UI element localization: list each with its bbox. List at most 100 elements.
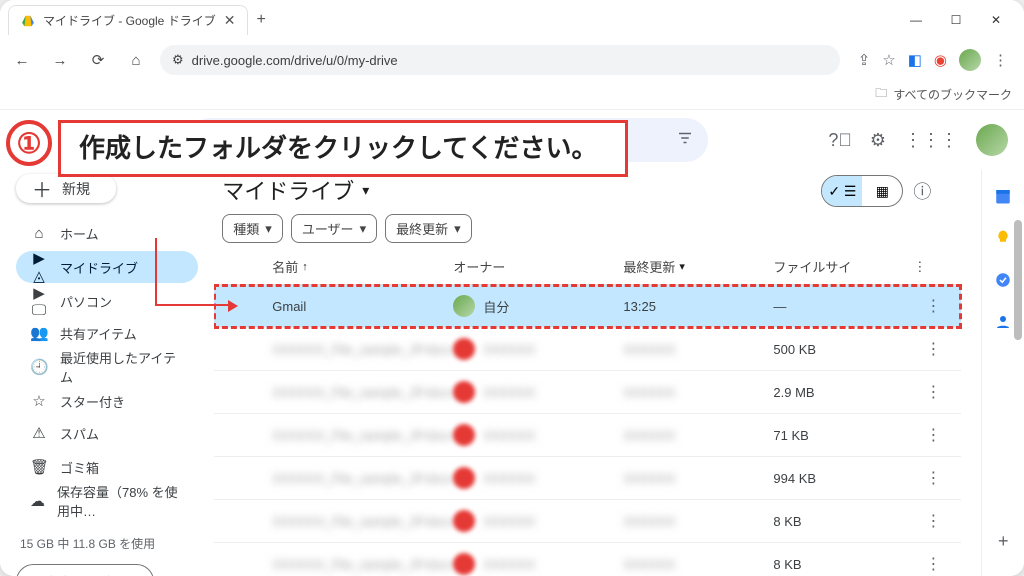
file-name: Gmail bbox=[272, 299, 453, 314]
col-menu-icon[interactable]: ⋮ bbox=[913, 259, 953, 275]
tab-title: マイドライブ - Google ドライブ bbox=[43, 12, 216, 29]
row-menu-icon[interactable]: ⋮ bbox=[913, 554, 953, 574]
size-text: 71 KB bbox=[773, 428, 913, 443]
size-text: 8 KB bbox=[773, 514, 913, 529]
row-menu-icon[interactable]: ⋮ bbox=[913, 296, 953, 316]
home-button[interactable]: ⌂ bbox=[122, 46, 150, 74]
table-row[interactable]: XXXXXX_File_sample_JP.docxXXXXXXXXXXXX71… bbox=[214, 414, 961, 457]
contacts-icon[interactable] bbox=[993, 312, 1013, 332]
owner-text: XXXXXX bbox=[483, 514, 535, 529]
info-icon[interactable]: ⓘ bbox=[913, 178, 931, 204]
reload-button[interactable]: ⟳ bbox=[84, 46, 112, 74]
owner-avatar-icon bbox=[453, 338, 475, 360]
chevron-down-icon: ▾ bbox=[360, 221, 367, 237]
maximize-button[interactable]: ☐ bbox=[936, 5, 976, 35]
sidebar-label-spam: スパム bbox=[60, 424, 99, 443]
size-text: 500 KB bbox=[773, 342, 913, 357]
chip-modified[interactable]: 最終更新▾ bbox=[385, 214, 472, 243]
col-size[interactable]: ファイルサイ bbox=[773, 257, 913, 276]
sort-arrow-up-icon: ↑ bbox=[302, 261, 308, 273]
help-icon[interactable]: ?⃝ bbox=[828, 130, 852, 151]
extension-1-icon[interactable]: ◧ bbox=[908, 51, 922, 69]
table-row[interactable]: XXXXXX_File_sample_JP.docxXXXXXXXXXXXX99… bbox=[214, 457, 961, 500]
star-icon: ☆ bbox=[30, 392, 48, 410]
chevron-down-icon: ▾ bbox=[362, 182, 369, 199]
owner-avatar-icon bbox=[453, 424, 475, 446]
annotation-arrow-head-icon bbox=[228, 300, 238, 312]
home-icon: ⌂ bbox=[30, 225, 48, 242]
titlebar: マイドライブ - Google ドライブ ✕ + — ☐ ✕ bbox=[0, 0, 1024, 40]
sidebar-item-shared[interactable]: 👥共有アイテム bbox=[16, 317, 198, 349]
row-menu-icon[interactable]: ⋮ bbox=[913, 468, 953, 488]
sidebar-item-spam[interactable]: ⚠ スパム bbox=[16, 417, 198, 449]
table-row-folder-gmail[interactable]: Gmail 自分 13:25 — ⋮ bbox=[214, 285, 961, 328]
new-button[interactable]: ＋ 新規 bbox=[16, 174, 116, 203]
close-window-button[interactable]: ✕ bbox=[976, 5, 1016, 35]
table-row[interactable]: XXXXXX_File_sample_JP.docxXXXXXXXXXXXX2.… bbox=[214, 371, 961, 414]
trash-icon: 🗑 bbox=[30, 458, 48, 476]
sidebar-item-recent[interactable]: 🕘 最近使用したアイテム bbox=[16, 351, 198, 383]
modified-text: XXXXXX bbox=[623, 557, 773, 572]
drive-icon: ▶ ◬ bbox=[30, 249, 48, 285]
list-view-button[interactable]: ✓ ☰ bbox=[822, 176, 862, 206]
search-filters-icon[interactable] bbox=[676, 129, 694, 151]
sidebar-item-trash[interactable]: 🗑ゴミ箱 bbox=[16, 451, 198, 483]
extension-2-icon[interactable]: ◉ bbox=[934, 51, 947, 69]
apps-grid-icon[interactable]: ⋮⋮⋮ bbox=[904, 130, 958, 151]
col-modified[interactable]: 最終更新 ▾ bbox=[623, 257, 773, 276]
row-menu-icon[interactable]: ⋮ bbox=[913, 425, 953, 445]
grid-view-button[interactable]: ▦ bbox=[862, 176, 902, 206]
bookmarks-all-link[interactable]: すべてのブックマーク bbox=[893, 86, 1012, 103]
file-name: XXXXXX_File_sample_JP.docx bbox=[272, 471, 453, 486]
owner-avatar-icon bbox=[453, 510, 475, 532]
share-icon[interactable]: ⇪ bbox=[858, 51, 871, 69]
profile-avatar-icon[interactable] bbox=[959, 49, 981, 71]
keep-icon[interactable] bbox=[993, 228, 1013, 248]
owner-text: XXXXXX bbox=[483, 385, 535, 400]
sidebar-item-starred[interactable]: ☆ スター付き bbox=[16, 385, 198, 417]
calendar-icon[interactable] bbox=[993, 186, 1013, 206]
new-tab-button[interactable]: + bbox=[256, 11, 265, 29]
tasks-icon[interactable] bbox=[993, 270, 1013, 290]
clock-icon: 🕘 bbox=[30, 358, 48, 376]
close-tab-icon[interactable]: ✕ bbox=[224, 12, 236, 29]
table-row[interactable]: XXXXXX_File_sample_JP.docxXXXXXXXXXXXX8 … bbox=[214, 543, 961, 576]
star-bookmark-icon[interactable]: ☆ bbox=[882, 51, 895, 69]
table-row[interactable]: XXXXXX_File_sample_JP.docxXXXXXXXXXXXX8 … bbox=[214, 500, 961, 543]
url-toolbar: ← → ⟳ ⌂ ⚙ drive.google.com/drive/u/0/my-… bbox=[0, 40, 1024, 80]
settings-gear-icon[interactable]: ⚙ bbox=[870, 130, 886, 151]
owner-text: XXXXXX bbox=[483, 471, 535, 486]
modified-text: XXXXXX bbox=[623, 514, 773, 529]
forward-button[interactable]: → bbox=[46, 46, 74, 74]
browser-tab[interactable]: マイドライブ - Google ドライブ ✕ bbox=[8, 5, 248, 35]
spam-icon: ⚠ bbox=[30, 424, 48, 442]
col-owner[interactable]: オーナー bbox=[453, 257, 623, 276]
account-avatar[interactable] bbox=[976, 124, 1008, 156]
sidebar-label-starred: スター付き bbox=[60, 392, 125, 411]
modified-text: XXXXXX bbox=[623, 342, 773, 357]
row-menu-icon[interactable]: ⋮ bbox=[913, 339, 953, 359]
sidebar-label-mydrive: マイドライブ bbox=[60, 258, 138, 277]
sidebar-label-recent: 最近使用したアイテム bbox=[60, 348, 184, 386]
addons-plus-icon[interactable]: + bbox=[998, 531, 1009, 552]
minimize-button[interactable]: — bbox=[896, 5, 936, 35]
sidebar-item-storage[interactable]: ☁保存容量（78% を使用中… bbox=[16, 485, 198, 517]
back-button[interactable]: ← bbox=[8, 46, 36, 74]
table-row[interactable]: XXXXXX_File_sample_JP.docxXXXXXXXXXXXX50… bbox=[214, 328, 961, 371]
modified-text: XXXXXX bbox=[623, 385, 773, 400]
url-field[interactable]: ⚙ drive.google.com/drive/u/0/my-drive bbox=[160, 45, 840, 75]
scrollbar[interactable] bbox=[1014, 220, 1022, 340]
row-menu-icon[interactable]: ⋮ bbox=[913, 511, 953, 531]
kebab-menu-icon[interactable]: ⋮ bbox=[993, 51, 1008, 69]
upgrade-storage-button[interactable]: 保存容量を増やす bbox=[16, 564, 154, 576]
chip-user[interactable]: ユーザー ▾ bbox=[291, 214, 377, 243]
chip-user-label: ユーザー bbox=[302, 219, 354, 238]
header-actions: ?⃝ ⚙ ⋮⋮⋮ bbox=[828, 124, 1008, 156]
filter-chips: 種類▾ ユーザー▾ 最終更新▾ bbox=[214, 212, 981, 249]
site-settings-icon[interactable]: ⚙ bbox=[172, 52, 184, 68]
row-menu-icon[interactable]: ⋮ bbox=[913, 382, 953, 402]
drive-app: ドライブ 🔍 ドライブで検索 ?⃝ ⚙ ⋮⋮⋮ ＋ 新規 bbox=[0, 110, 1024, 576]
col-name[interactable]: 名前↑ bbox=[272, 257, 453, 276]
view-toggle-area: ✓ ☰ ▦ ⓘ bbox=[821, 175, 931, 207]
owner-avatar-icon bbox=[453, 295, 475, 317]
